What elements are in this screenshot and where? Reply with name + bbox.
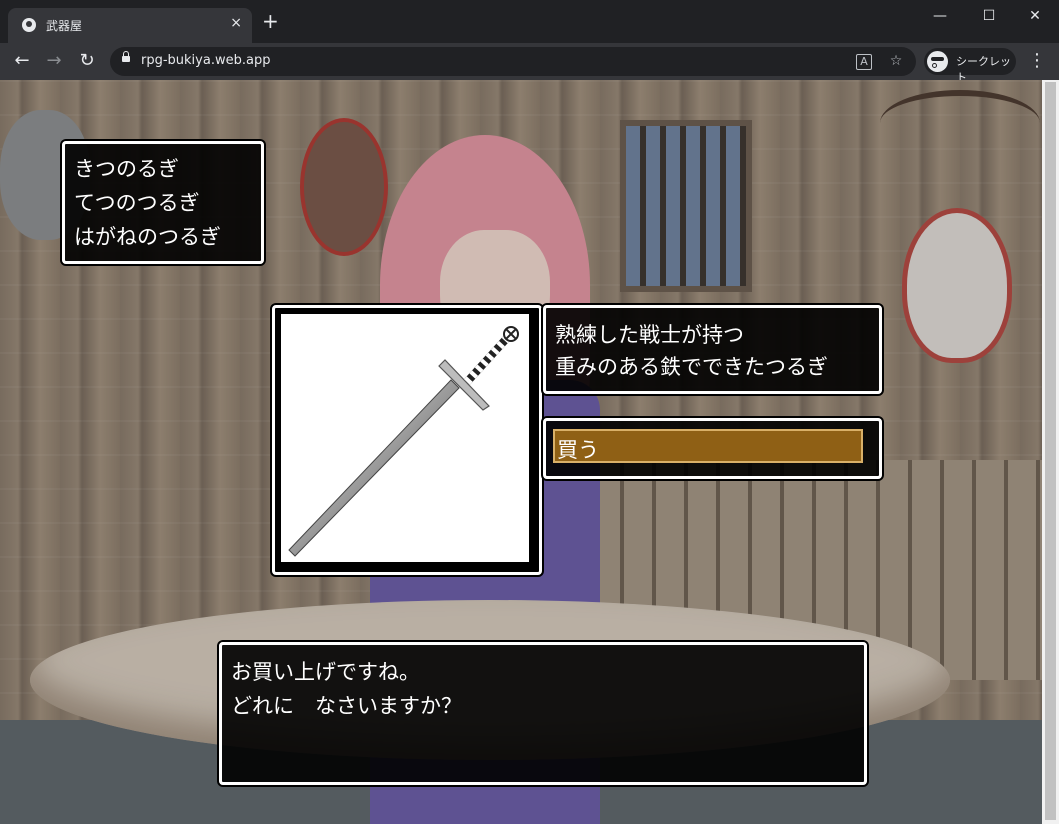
message-line: お買い上げですね。 xyxy=(231,660,420,684)
browser-toolbar: ← → ↻ rpg-bukiya.web.app A ☆ シークレット ⋮ xyxy=(0,43,1059,84)
message-line: どれに なさいますか？ xyxy=(231,694,462,718)
tab-close-button[interactable]: × xyxy=(230,15,242,31)
translate-icon[interactable]: A xyxy=(856,54,872,70)
incognito-badge[interactable]: シークレット xyxy=(924,48,1016,84)
incognito-icon xyxy=(927,51,948,72)
item-list-entry[interactable]: きつのるぎ xyxy=(74,153,179,183)
tab-title: 武器屋 xyxy=(46,19,83,33)
browser-tabbar: 武器屋 × + — ☐ ✕ xyxy=(0,0,1059,43)
description-line: 熟練した戦士が持つ xyxy=(555,323,744,347)
page-scrollbar[interactable] xyxy=(1042,80,1059,824)
lock-icon xyxy=(122,51,130,62)
command-window: 買う xyxy=(543,418,882,479)
buy-command-button[interactable]: 買う xyxy=(553,429,863,463)
browser-menu-button[interactable]: ⋮ xyxy=(1028,50,1046,72)
maximize-button[interactable]: ☐ xyxy=(966,4,1012,28)
back-button[interactable]: ← xyxy=(10,50,34,74)
description-line: 重みのある鉄でできたつるぎ xyxy=(555,355,828,379)
item-list-entry[interactable]: はがねのつるぎ xyxy=(74,221,221,251)
game-canvas[interactable]: きつのるぎ てつのつるぎ はがねのつるぎ 熟練した戦士が持つ 重みのある鉄ででき… xyxy=(0,80,1042,824)
item-image-frame xyxy=(281,314,529,562)
item-description-window: 熟練した戦士が持つ 重みのある鉄でできたつるぎ xyxy=(543,305,882,394)
buy-command-label: 買う xyxy=(557,438,599,462)
item-list-entry[interactable]: てつのつるぎ xyxy=(74,187,200,217)
window-close-button[interactable]: ✕ xyxy=(1012,4,1058,28)
forward-button[interactable]: → xyxy=(42,50,66,74)
globe-icon xyxy=(22,18,36,32)
browser-tab[interactable]: 武器屋 × xyxy=(8,8,252,43)
item-image-window xyxy=(272,305,542,575)
url-text[interactable]: rpg-bukiya.web.app xyxy=(141,53,270,68)
scrollbar-thumb[interactable] xyxy=(1045,82,1056,820)
address-bar[interactable]: rpg-bukiya.web.app A ☆ xyxy=(110,47,916,76)
sword-icon xyxy=(288,326,519,557)
minimize-button[interactable]: — xyxy=(917,4,963,28)
message-window: お買い上げですね。 どれに なさいますか？ xyxy=(219,642,867,785)
reload-button[interactable]: ↻ xyxy=(75,50,99,74)
bookmark-star-icon[interactable]: ☆ xyxy=(887,52,905,70)
item-list-window: きつのるぎ てつのつるぎ はがねのつるぎ xyxy=(62,141,264,264)
new-tab-button[interactable]: + xyxy=(262,11,279,31)
